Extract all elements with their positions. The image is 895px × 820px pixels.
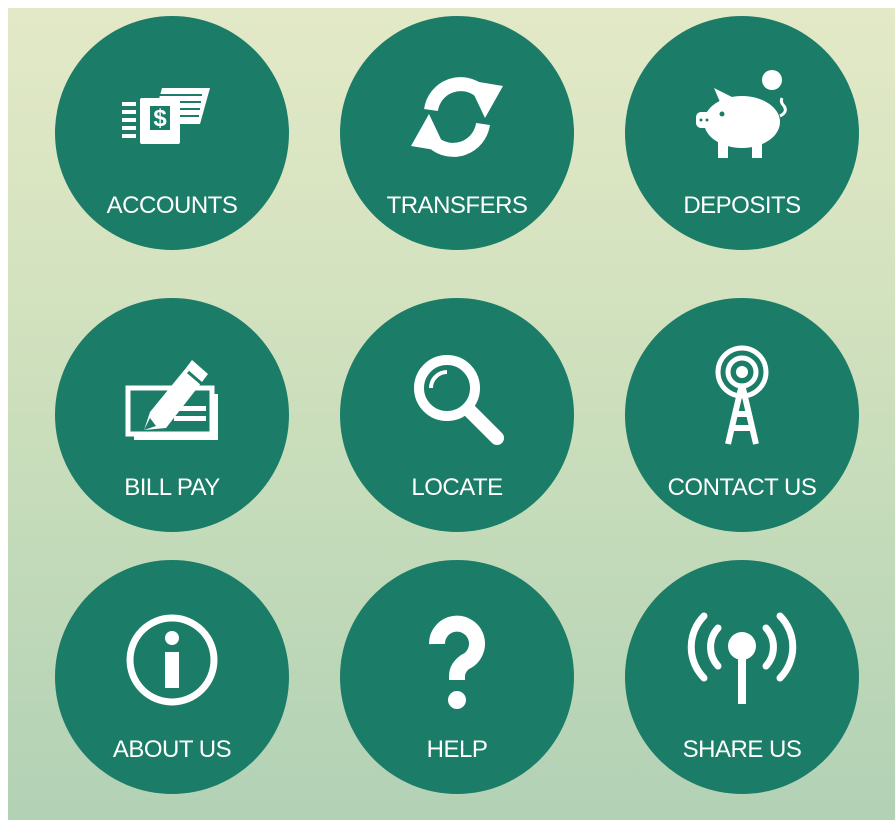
refresh-arrows-icon [340, 16, 574, 166]
deposits-label: DEPOSITS [683, 192, 801, 219]
bill-pay-button[interactable]: BILL PAY [55, 298, 289, 532]
magnifier-icon [340, 298, 574, 448]
deposits-button[interactable]: DEPOSITS [625, 16, 859, 250]
accounts-label: ACCOUNTS [106, 192, 238, 219]
piggy-bank-icon [625, 16, 859, 166]
question-mark-icon [340, 560, 574, 710]
about-us-button[interactable]: ABOUT US [55, 560, 289, 794]
help-label: HELP [426, 736, 488, 763]
check-pencil-icon [55, 298, 289, 448]
contact-us-button[interactable]: CONTACT US [625, 298, 859, 532]
locate-label: LOCATE [411, 474, 503, 501]
broadcast-icon [625, 560, 859, 710]
home-menu-screen: $ ACCOUNTS TRANSFERS DEPOSITS BILL PAY L… [8, 8, 895, 820]
cash-stack-icon: $ [55, 16, 289, 166]
share-us-button[interactable]: SHARE US [625, 560, 859, 794]
about-us-label: ABOUT US [112, 736, 232, 763]
bill-pay-label: BILL PAY [124, 474, 220, 501]
info-icon [55, 560, 289, 710]
help-button[interactable]: HELP [340, 560, 574, 794]
accounts-button[interactable]: $ ACCOUNTS [55, 16, 289, 250]
transfers-button[interactable]: TRANSFERS [340, 16, 574, 250]
svg-text:$: $ [153, 105, 167, 132]
locate-button[interactable]: LOCATE [340, 298, 574, 532]
transfers-label: TRANSFERS [386, 192, 528, 219]
share-us-label: SHARE US [682, 736, 802, 763]
radio-tower-icon [625, 298, 859, 448]
contact-us-label: CONTACT US [667, 474, 817, 501]
